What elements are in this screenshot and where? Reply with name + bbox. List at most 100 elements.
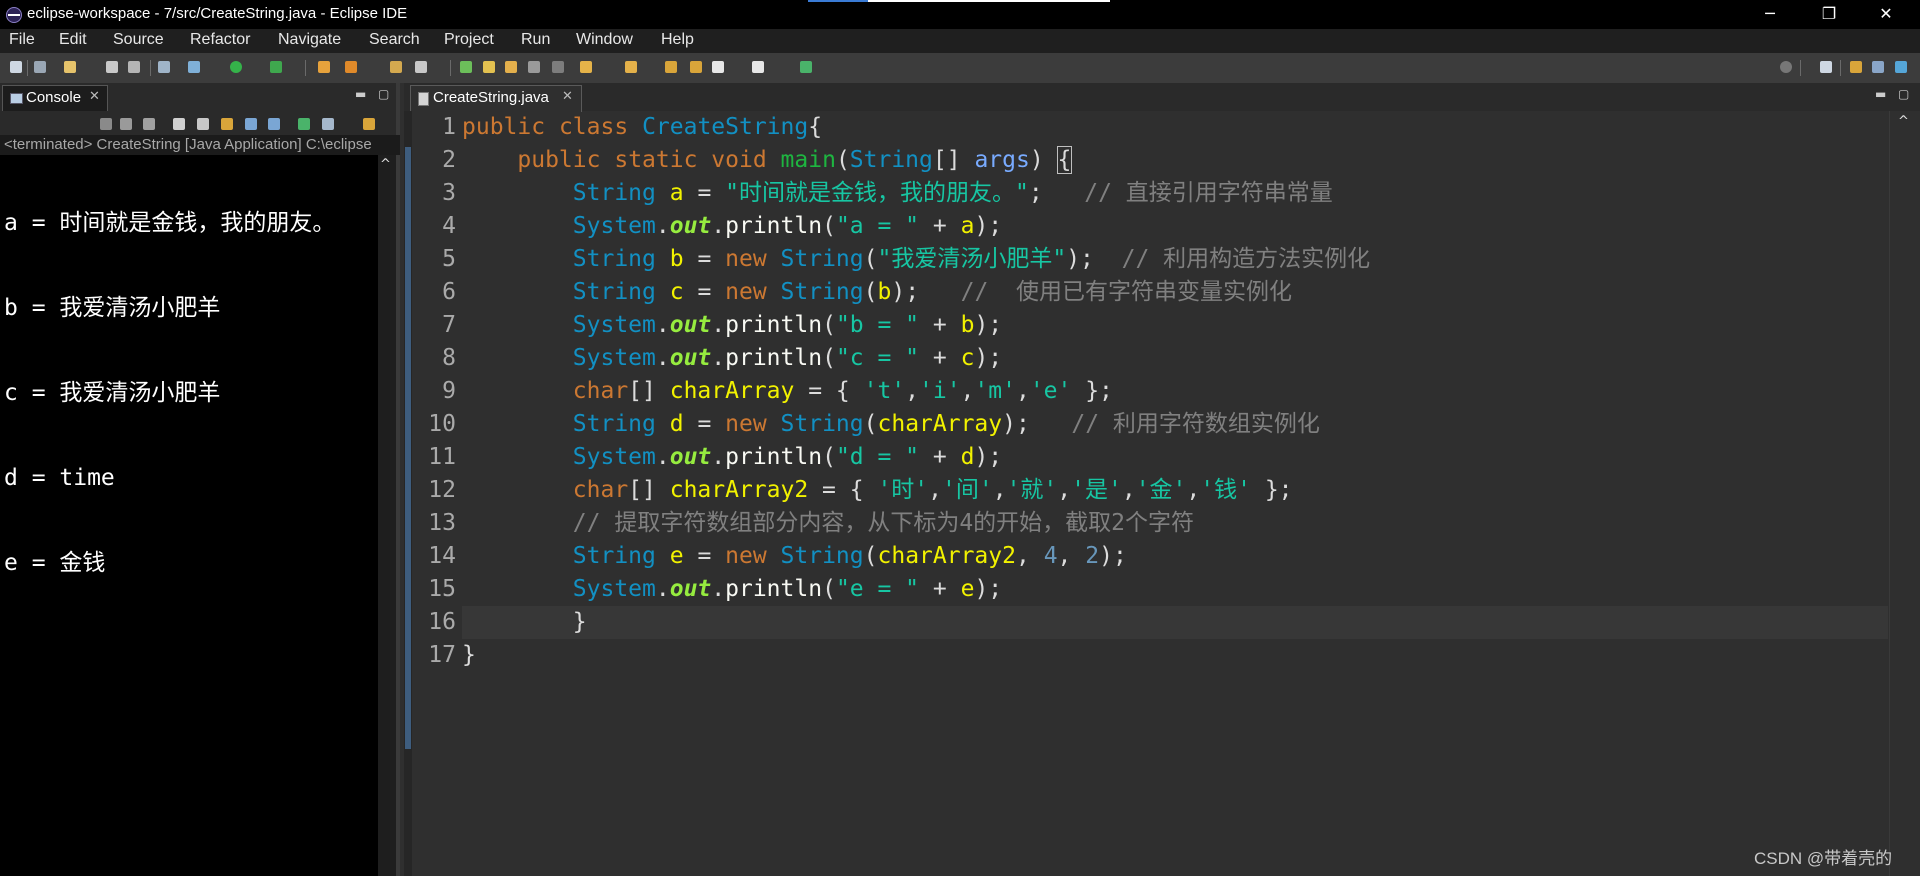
console-tab-bar: Console ✕ ▬ ▢ (0, 83, 396, 112)
pilcrow-icon[interactable] (552, 61, 564, 73)
remove-all-icon[interactable] (143, 118, 155, 130)
editor-tab-label: CreateString.java (433, 89, 549, 106)
pin-console-icon[interactable] (298, 118, 310, 130)
terminate-icon[interactable] (100, 118, 112, 130)
menu-refactor[interactable]: Refactor (190, 31, 250, 49)
scroll-lock-icon[interactable] (197, 118, 209, 130)
line-number: 15 (428, 576, 456, 602)
minimize-editor-icon[interactable]: ▬ (1875, 87, 1886, 101)
maximize-editor-icon[interactable]: ▢ (1898, 87, 1909, 101)
toolbar-separator (305, 60, 306, 76)
show-stdout-icon[interactable] (245, 118, 257, 130)
console-tab-label: Console (26, 89, 82, 106)
menu-help[interactable]: Help (661, 31, 694, 49)
scroll-up-icon[interactable]: ^ (380, 157, 391, 172)
console-tab[interactable]: Console ✕ (2, 85, 108, 112)
new-java-project-icon[interactable] (318, 61, 330, 73)
line-number: 17 (428, 642, 456, 668)
code-line: 13 // 提取字符数组部分内容，从下标为4的开始，截取2个字符 (428, 507, 1920, 540)
close-editor-tab-icon[interactable]: ✕ (562, 89, 573, 104)
console-description-text: <terminated> CreateString [Java Applicat… (4, 136, 372, 153)
block-selection-icon[interactable] (528, 61, 540, 73)
toolbar-separator (1840, 60, 1841, 76)
console-scrollbar[interactable]: ^ (378, 155, 396, 876)
menu-file[interactable]: File (9, 31, 35, 49)
console-line: a = 时间就是金钱，我的朋友。 (4, 210, 336, 236)
new-icon[interactable] (64, 61, 76, 73)
code-line: 15 System.out.println("e = " + e); (428, 573, 1920, 606)
code-line: 5 String b = new String("我爱清汤小肥羊"); // 利… (442, 243, 1920, 276)
next-annotation-icon[interactable] (580, 61, 592, 73)
word-wrap-icon[interactable] (221, 118, 233, 130)
line-number: 1 (442, 114, 456, 140)
line-number: 12 (428, 477, 456, 503)
terminal-icon[interactable] (158, 61, 170, 73)
editor-scrollbar[interactable]: ^ (1889, 111, 1920, 876)
toolbar-separator (150, 60, 151, 76)
editor-view: CreateString.java ✕ ▬ ▢ 1 public class Cr… (404, 83, 1920, 876)
open-task-icon[interactable] (460, 61, 472, 73)
close-console-tab-icon[interactable]: ✕ (89, 89, 100, 104)
display-console-icon[interactable] (322, 118, 334, 130)
menu-navigate[interactable]: Navigate (278, 31, 341, 49)
quick-access-search-icon[interactable] (1780, 61, 1792, 73)
eclipse-logo-icon (6, 7, 22, 23)
debug-icon[interactable] (270, 61, 282, 73)
console-launch-description: <terminated> CreateString [Java Applicat… (0, 135, 400, 155)
window-icon[interactable] (10, 61, 22, 73)
clear-console-icon[interactable] (173, 118, 185, 130)
skip-breakpoints-icon[interactable] (188, 61, 200, 73)
show-stderr-icon[interactable] (268, 118, 280, 130)
line-number: 16 (428, 609, 456, 635)
minimize-view-icon[interactable]: ▬ (355, 87, 366, 101)
run-icon[interactable] (230, 61, 242, 73)
code-line: 16 } (428, 606, 1920, 639)
console-line: b = 我爱清汤小肥羊 (4, 295, 221, 321)
new-class-icon[interactable] (345, 61, 357, 73)
code-area[interactable]: 1 public class CreateString{ 2 public sta… (428, 111, 1888, 876)
line-number: 11 (428, 444, 456, 470)
menu-search[interactable]: Search (369, 31, 420, 49)
back-arrow-icon[interactable] (712, 61, 724, 73)
close-window-button[interactable]: ✕ (1858, 0, 1914, 29)
go-back-icon[interactable] (690, 61, 702, 73)
java-perspective-icon[interactable] (1872, 61, 1884, 73)
menu-project[interactable]: Project (444, 31, 494, 49)
editor-tab-bar: CreateString.java ✕ ▬ ▢ (404, 83, 1920, 112)
last-edit-icon[interactable] (665, 61, 677, 73)
java-ee-perspective-icon[interactable] (1850, 61, 1862, 73)
forward-arrow-icon[interactable] (752, 61, 764, 73)
open-type-icon[interactable] (390, 61, 402, 73)
editor-tab-createstring[interactable]: CreateString.java ✕ (410, 85, 582, 112)
open-console-icon[interactable] (363, 118, 375, 130)
save-icon[interactable] (106, 61, 118, 73)
java-file-icon (418, 92, 429, 106)
open-perspective-icon[interactable] (1820, 61, 1832, 73)
minimize-button[interactable]: ─ (1742, 0, 1798, 29)
search-icon[interactable] (415, 61, 427, 73)
toolbar-separator (1800, 60, 1801, 76)
maximize-view-icon[interactable]: ▢ (378, 87, 389, 101)
toolbar-separator (450, 60, 451, 76)
show-whitespace-icon[interactable] (505, 61, 517, 73)
menu-run[interactable]: Run (521, 31, 550, 49)
line-number: 3 (442, 180, 456, 206)
prev-annotation-icon[interactable] (625, 61, 637, 73)
pin-editor-icon[interactable] (800, 61, 812, 73)
console-icon (10, 93, 23, 104)
restore-button[interactable]: ❐ (1801, 0, 1857, 29)
console-output[interactable]: a = 时间就是金钱，我的朋友。 b = 我爱清汤小肥羊 c = 我爱清汤小肥羊… (4, 155, 376, 632)
menu-source[interactable]: Source (113, 31, 164, 49)
line-number: 9 (442, 378, 456, 404)
code-line: 14 String e = new String(charArray2, 4, … (428, 540, 1920, 573)
save-all-icon[interactable] (128, 61, 140, 73)
code-line: 4 System.out.println("a = " + a); (442, 210, 1920, 243)
menu-window[interactable]: Window (576, 31, 633, 49)
scroll-up-icon[interactable]: ^ (1898, 114, 1909, 129)
menu-edit[interactable]: Edit (59, 31, 87, 49)
window-title: eclipse-workspace - 7/src/CreateString.j… (27, 5, 408, 22)
tasks-icon[interactable] (34, 61, 46, 73)
highlight-icon[interactable] (483, 61, 495, 73)
debug-perspective-icon[interactable] (1895, 61, 1907, 73)
remove-launch-icon[interactable] (120, 118, 132, 130)
